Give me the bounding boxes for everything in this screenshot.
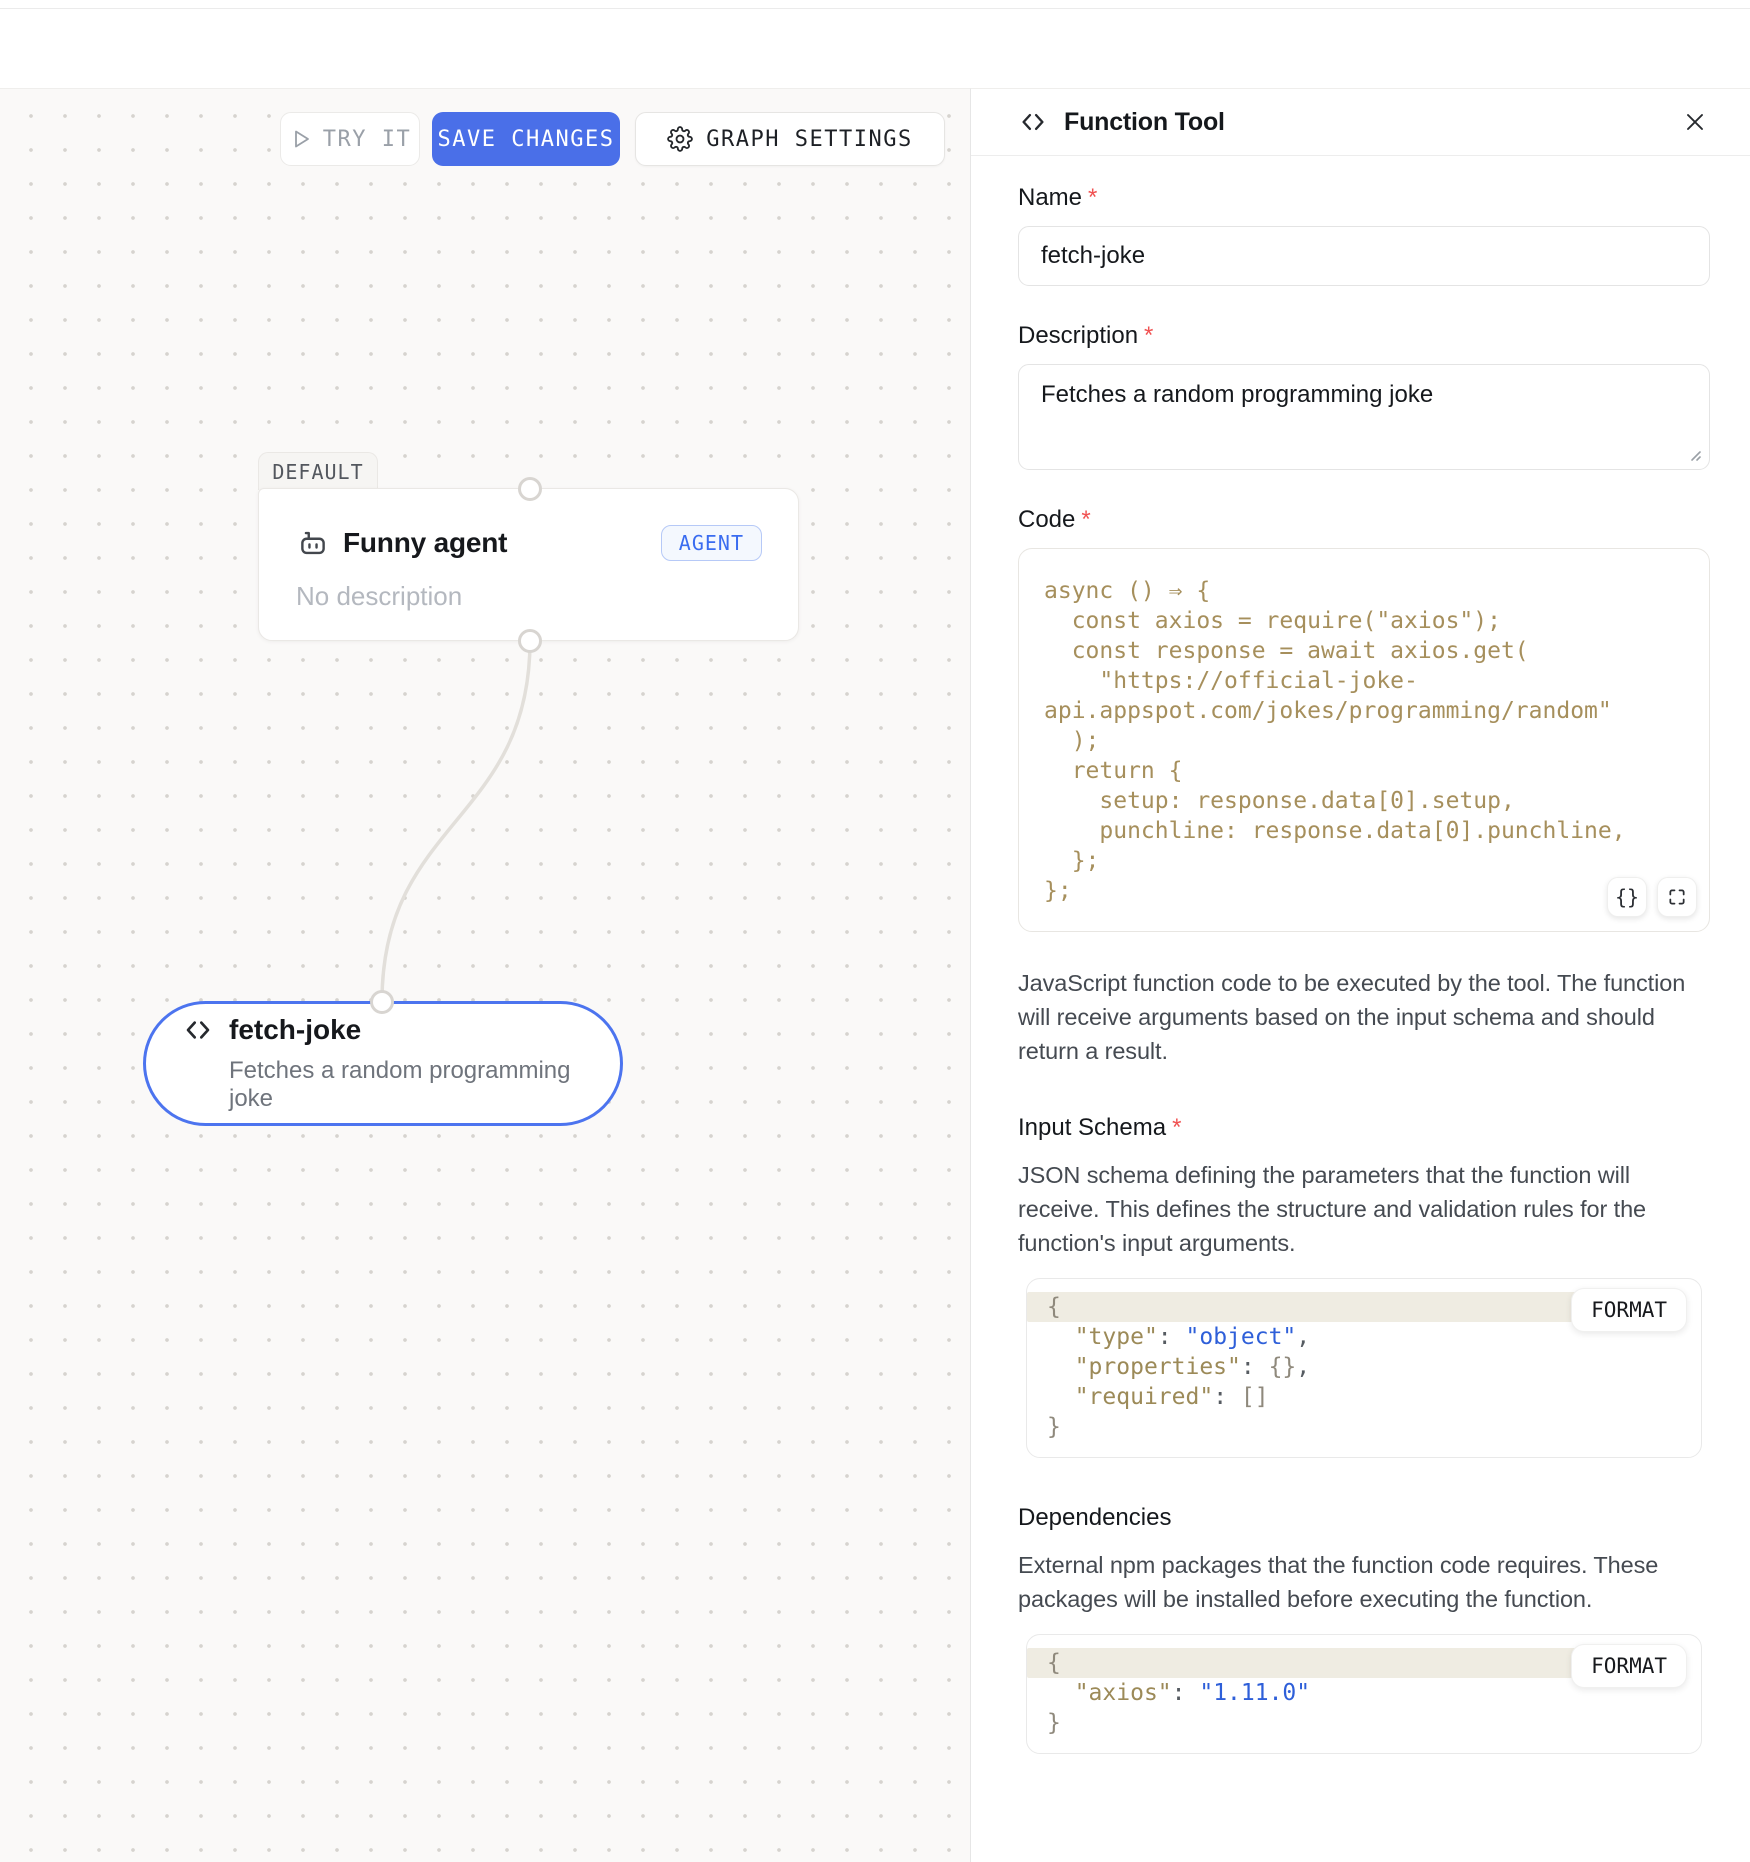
tool-node-title: fetch-joke bbox=[229, 1014, 361, 1046]
robot-icon bbox=[296, 526, 330, 560]
name-input[interactable] bbox=[1018, 226, 1710, 286]
required-mark: * bbox=[1144, 322, 1153, 349]
code-brackets-icon bbox=[1018, 107, 1048, 137]
code-content: async () ⇒ { const axios = require("axio… bbox=[1044, 576, 1685, 906]
play-icon bbox=[289, 127, 313, 151]
gear-icon bbox=[667, 126, 693, 152]
agent-node-funny-agent[interactable]: Funny agent AGENT No description bbox=[258, 488, 799, 641]
agent-node-bottom-handle[interactable] bbox=[518, 629, 542, 653]
save-changes-button[interactable]: SAVE CHANGES bbox=[432, 112, 620, 166]
code-editor[interactable]: async () ⇒ { const axios = require("axio… bbox=[1018, 548, 1710, 932]
panel-title: Function Tool bbox=[1064, 108, 1225, 137]
json-line: { bbox=[1027, 1648, 1605, 1678]
graph-settings-button[interactable]: GRAPH SETTINGS bbox=[635, 112, 945, 166]
agent-node-top-handle[interactable] bbox=[518, 477, 542, 501]
input-schema-editor[interactable]: FORMAT { "type": "object", "properties":… bbox=[1026, 1278, 1702, 1458]
required-mark: * bbox=[1172, 1114, 1181, 1141]
json-line: { bbox=[1027, 1292, 1605, 1322]
input-schema-label: Input Schema* bbox=[1018, 1114, 1710, 1142]
dependencies-label: Dependencies bbox=[1018, 1504, 1710, 1532]
json-line: } bbox=[1027, 1412, 1701, 1442]
input-schema-help-text: JSON schema defining the parameters that… bbox=[1018, 1158, 1710, 1260]
graph-canvas[interactable] bbox=[0, 88, 970, 1862]
resize-grip-icon[interactable] bbox=[1686, 446, 1702, 462]
agent-type-badge: AGENT bbox=[661, 525, 762, 561]
required-mark: * bbox=[1081, 506, 1090, 533]
graph-settings-label: GRAPH SETTINGS bbox=[706, 127, 912, 152]
default-group-label: DEFAULT bbox=[272, 460, 363, 484]
close-panel-button[interactable] bbox=[1680, 107, 1710, 137]
description-textarea[interactable]: Fetches a random programming joke bbox=[1018, 364, 1710, 470]
function-tool-editor: TRY IT SAVE CHANGES GRAPH SETTINGS DEFAU… bbox=[0, 0, 1750, 1862]
description-label: Description* bbox=[1018, 322, 1710, 350]
try-it-button[interactable]: TRY IT bbox=[280, 112, 420, 166]
code-help-text: JavaScript function code to be executed … bbox=[1018, 966, 1710, 1068]
dependencies-editor[interactable]: FORMAT { "axios": "1.11.0" } bbox=[1026, 1634, 1702, 1754]
name-label: Name* bbox=[1018, 184, 1710, 212]
code-label: Code* bbox=[1018, 506, 1710, 534]
top-divider bbox=[0, 8, 1750, 9]
code-brackets-icon bbox=[182, 1014, 214, 1046]
default-group-tab[interactable]: DEFAULT bbox=[258, 452, 378, 490]
tool-node-top-handle[interactable] bbox=[370, 990, 394, 1014]
dependencies-help-text: External npm packages that the function … bbox=[1018, 1548, 1710, 1616]
function-tool-panel: Function Tool Name* Description* Fetches… bbox=[970, 88, 1750, 1862]
panel-header: Function Tool bbox=[971, 89, 1750, 156]
format-button[interactable]: FORMAT bbox=[1571, 1644, 1687, 1688]
tool-node-fetch-joke[interactable]: fetch-joke Fetches a random programming … bbox=[143, 1001, 623, 1126]
json-line: "required": [] bbox=[1027, 1382, 1701, 1412]
try-it-label: TRY IT bbox=[323, 127, 411, 152]
format-braces-button[interactable]: {} bbox=[1607, 877, 1647, 917]
format-button[interactable]: FORMAT bbox=[1571, 1288, 1687, 1332]
tool-node-description: Fetches a random programming joke bbox=[229, 1057, 620, 1113]
save-changes-label: SAVE CHANGES bbox=[438, 127, 615, 152]
json-line: } bbox=[1027, 1708, 1701, 1738]
expand-fullscreen-button[interactable] bbox=[1657, 877, 1697, 917]
required-mark: * bbox=[1088, 184, 1097, 211]
agent-node-description: No description bbox=[296, 581, 762, 612]
agent-node-title: Funny agent bbox=[343, 527, 507, 559]
json-line: "properties": {}, bbox=[1027, 1352, 1701, 1382]
